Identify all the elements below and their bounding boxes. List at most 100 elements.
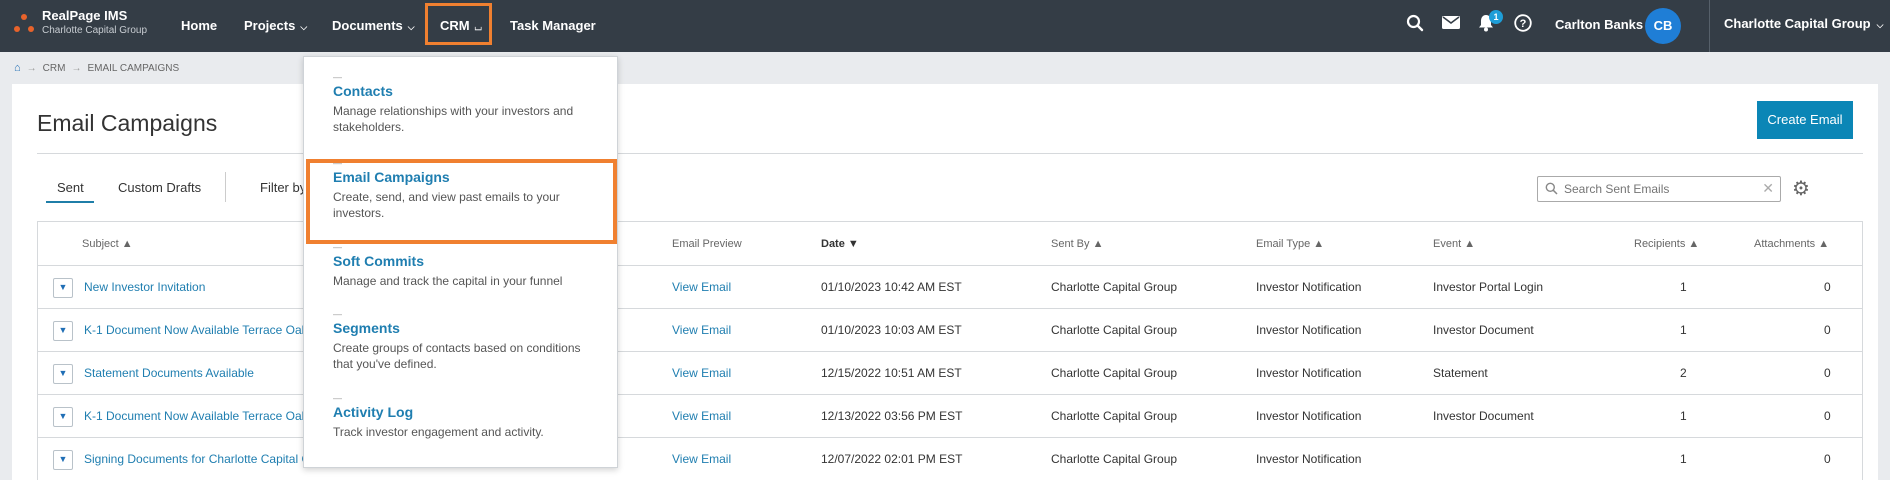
menu-item-title: Email Campaigns (333, 169, 450, 185)
menu-item-segments[interactable]: — Segments Create groups of contacts bas… (333, 310, 593, 372)
row-sent-by: Charlotte Capital Group (1051, 452, 1178, 466)
avatar[interactable]: CB (1645, 8, 1681, 44)
row-expand-button[interactable]: ▼ (53, 407, 73, 427)
col-date-label: Date (821, 238, 845, 250)
search-input[interactable] (1564, 180, 1754, 198)
row-expand-button[interactable]: ▼ (53, 321, 73, 341)
notification-badge: 1 (1489, 10, 1503, 24)
row-date: 12/15/2022 10:51 AM EST (821, 366, 962, 380)
breadcrumb-arrow-icon: → (71, 63, 82, 74)
row-email-type: Investor Notification (1256, 280, 1362, 294)
nav-projects-label: Projects (244, 18, 296, 33)
search-icon (1545, 182, 1559, 196)
view-email-link[interactable]: View Email (672, 438, 731, 480)
active-tab-indicator (46, 201, 94, 203)
col-recipients[interactable]: Recipients ▲ (1634, 222, 1699, 266)
home-icon[interactable]: ⌂ (14, 62, 21, 74)
menu-dash: — (333, 393, 342, 403)
row-date: 01/10/2023 10:03 AM EST (821, 323, 962, 337)
row-subject[interactable]: K-1 Document Now Available Terrace Oak (84, 395, 308, 438)
top-navigation-bar: RealPage IMS Charlotte Capital Group Hom… (0, 0, 1890, 52)
search-box[interactable]: ✕ (1537, 176, 1781, 202)
nav-home[interactable]: Home (181, 0, 217, 52)
row-event: Statement (1433, 366, 1488, 380)
menu-item-title: Activity Log (333, 404, 414, 420)
col-date[interactable]: Date ▼ (821, 222, 859, 266)
breadcrumb: ⌂ → CRM → EMAIL CAMPAIGNS (14, 62, 179, 74)
user-name[interactable]: Carlton Banks (1555, 0, 1643, 52)
row-date: 12/07/2022 02:01 PM EST (821, 452, 963, 466)
row-subject[interactable]: K-1 Document Now Available Terrace Oak (84, 309, 308, 352)
menu-item-title: Contacts (333, 83, 393, 99)
view-email-link[interactable]: View Email (672, 309, 731, 352)
nav-documents[interactable]: Documents ⌵ (332, 0, 415, 52)
menu-item-title: Soft Commits (333, 253, 424, 269)
row-attachments: 0 (1824, 323, 1831, 337)
org-name: Charlotte Capital Group (1724, 16, 1871, 31)
row-attachments: 0 (1824, 280, 1831, 294)
view-email-link[interactable]: View Email (672, 395, 731, 438)
row-expand-button[interactable]: ▼ (53, 278, 73, 298)
menu-item-contacts[interactable]: — Contacts Manage relationships with you… (333, 73, 593, 135)
nav-documents-label: Documents (332, 18, 403, 33)
svg-text:?: ? (1520, 18, 1527, 30)
col-sent-by[interactable]: Sent By ▲ (1051, 222, 1103, 266)
row-date: 01/10/2023 10:42 AM EST (821, 280, 962, 294)
realpage-logo-icon[interactable] (12, 12, 36, 36)
menu-item-title: Segments (333, 320, 400, 336)
row-subject[interactable]: Signing Documents for Charlotte Capital … (84, 438, 311, 480)
sort-up-icon: ▲ (1092, 238, 1104, 250)
col-event[interactable]: Event ▲ (1433, 222, 1475, 266)
row-email-type: Investor Notification (1256, 323, 1362, 337)
col-attachments[interactable]: Attachments ▲ (1754, 222, 1829, 266)
chevron-down-icon: ⌵ (407, 22, 415, 32)
filter-by-label[interactable]: Filter by (260, 180, 306, 195)
brand-name: RealPage IMS (42, 8, 128, 23)
brand[interactable]: RealPage IMS Charlotte Capital Group (42, 8, 147, 36)
col-email-type[interactable]: Email Type ▲ (1256, 222, 1324, 266)
search-icon[interactable] (1405, 14, 1425, 34)
tab-custom-drafts[interactable]: Custom Drafts (118, 180, 201, 195)
menu-dash: — (333, 72, 342, 82)
row-recipients: 2 (1680, 366, 1687, 380)
row-date: 12/13/2022 03:56 PM EST (821, 409, 963, 423)
breadcrumb-arrow-icon: → (26, 63, 37, 74)
menu-item-activity-log[interactable]: — Activity Log Track investor engagement… (333, 394, 593, 440)
row-sent-by: Charlotte Capital Group (1051, 366, 1178, 380)
row-sent-by: Charlotte Capital Group (1051, 409, 1178, 423)
col-event-label: Event (1433, 238, 1462, 250)
menu-item-description: Create, send, and view past emails to yo… (333, 190, 560, 220)
page-title: Email Campaigns (37, 110, 218, 136)
row-subject[interactable]: New Investor Invitation (84, 266, 205, 309)
menu-item-description: Track investor engagement and activity. (333, 425, 544, 439)
view-email-link[interactable]: View Email (672, 266, 731, 309)
row-event: Investor Document (1433, 323, 1534, 337)
divider (1709, 0, 1710, 52)
col-email-preview: Email Preview (672, 238, 742, 250)
breadcrumb-crm[interactable]: CRM (43, 63, 66, 74)
row-expand-button[interactable]: ▼ (53, 450, 73, 470)
gear-icon[interactable]: ⚙ (1792, 176, 1810, 201)
row-attachments: 0 (1824, 409, 1831, 423)
org-switcher[interactable]: Charlotte Capital Group ⌵ (1724, 0, 1883, 52)
help-icon[interactable]: ? (1513, 14, 1533, 34)
sort-up-icon: ▲ (1313, 238, 1325, 250)
row-expand-button[interactable]: ▼ (53, 364, 73, 384)
row-subject[interactable]: Statement Documents Available (84, 352, 254, 395)
create-email-button[interactable]: Create Email (1757, 101, 1853, 139)
menu-dash: — (333, 158, 342, 168)
nav-projects[interactable]: Projects ⌵ (244, 0, 307, 52)
menu-item-soft-commits[interactable]: — Soft Commits Manage and track the capi… (333, 243, 593, 289)
col-subject[interactable]: Subject ▲ (82, 222, 133, 266)
clear-icon[interactable]: ✕ (1762, 180, 1774, 197)
col-sent-by-label: Sent By (1051, 238, 1090, 250)
row-event: Investor Document (1433, 409, 1534, 423)
view-email-link[interactable]: View Email (672, 352, 731, 395)
mail-icon[interactable] (1441, 14, 1461, 34)
nav-task-manager[interactable]: Task Manager (510, 0, 596, 52)
menu-item-email-campaigns[interactable]: — Email Campaigns Create, send, and view… (333, 159, 593, 221)
menu-item-description: Manage relationships with your investors… (333, 104, 574, 134)
divider (225, 172, 226, 202)
row-recipients: 1 (1680, 280, 1687, 294)
tab-sent[interactable]: Sent (57, 180, 84, 195)
